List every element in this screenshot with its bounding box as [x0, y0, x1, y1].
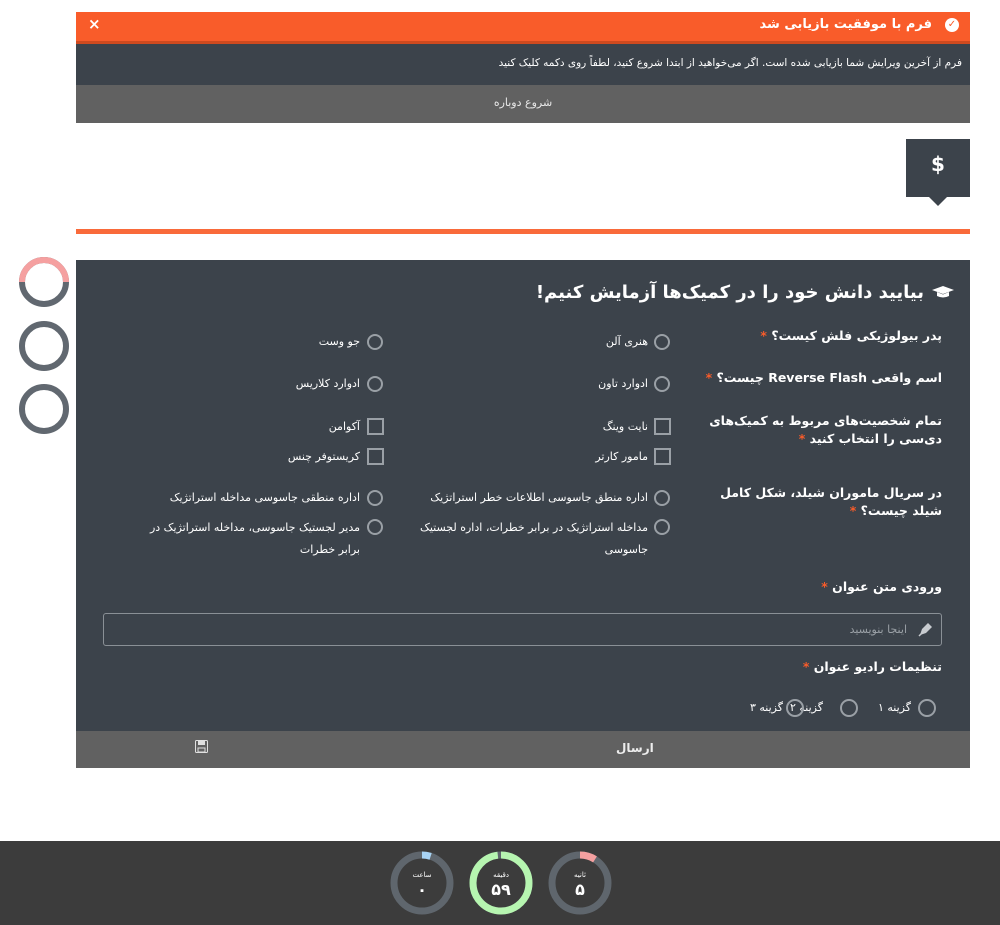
q2-opt1-label: ادوارد تاون	[598, 377, 648, 390]
pen-icon	[918, 623, 932, 637]
check-circle-icon: ✓	[945, 18, 959, 32]
save-icon[interactable]	[195, 740, 208, 753]
question-3-label: تمام شخصیت‌های مربوط به کمیک‌های دی‌سی ر…	[709, 413, 942, 446]
footer-timers: ساعت ۰ دقیقه ۵۹ ثانیه ۵	[0, 841, 1000, 925]
q4-opt2-label: اداره منطقی جاسوسی مداخله استراتژیک	[169, 491, 360, 504]
close-icon[interactable]: ×	[88, 15, 101, 33]
q3-opt2-label: آکوامن	[328, 420, 360, 433]
checkbox-q3-opt3[interactable]	[654, 448, 671, 465]
radio-q2-opt2[interactable]	[367, 376, 383, 392]
notice-message-box: فرم از آخرین ویرایش شما بازیابی شده است.…	[76, 44, 970, 85]
form-title: بیایید دانش خود را در کمیک‌ها آزمایش کنی…	[535, 282, 924, 303]
side-timer-3: ۱۰	[18, 383, 101, 435]
dollar-tab-pointer	[928, 196, 948, 206]
radio-q2-opt1[interactable]	[654, 376, 670, 392]
dollar-tab[interactable]: $	[906, 139, 970, 197]
quiz-form: بیایید دانش خود را در کمیک‌ها آزمایش کنی…	[76, 260, 970, 731]
radio-q1-opt1[interactable]	[654, 334, 670, 350]
timer-seconds-label: ثانیه	[574, 871, 586, 879]
side-timer-1: ۳۰	[18, 256, 101, 308]
graduation-cap-icon	[932, 286, 954, 298]
checkbox-q3-opt4[interactable]	[367, 448, 384, 465]
radio-setting-opt3[interactable]	[786, 699, 804, 717]
q4-opt3-label: مداخله استراتژیک در برابر خطرات، اداره ل…	[419, 521, 648, 556]
radio-setting-opt1[interactable]	[918, 699, 936, 717]
q2-opt2-label: ادوارد کلاریس	[295, 377, 360, 390]
timer-seconds-value: ۵	[575, 880, 585, 899]
submit-button[interactable]: ارسال	[616, 741, 654, 755]
q1-opt1-label: هنری آلن	[605, 335, 648, 348]
checkbox-q3-opt1[interactable]	[654, 418, 671, 435]
timer-minutes: دقیقه ۵۹	[469, 851, 533, 915]
radio-setting-opt3-label: گزینه ۳	[749, 701, 783, 714]
radio-setting-opt2[interactable]	[840, 699, 858, 717]
q3-opt4-label: کریستوفر چنس	[287, 450, 360, 463]
timer-minutes-value: ۵۹	[491, 880, 511, 899]
radio-q4-opt4[interactable]	[367, 519, 383, 535]
notice-title: فرم با موفقیت بازیابی شد	[759, 17, 932, 32]
radio-q1-opt2[interactable]	[367, 334, 383, 350]
notice-message: فرم از آخرین ویرایش شما بازیابی شده است.…	[498, 57, 962, 69]
q1-opt2-label: جو وست	[318, 335, 360, 348]
timer-hours-value: ۰	[417, 880, 427, 899]
text-input-label: ورودی متن عنوان *	[821, 579, 942, 594]
q3-opt3-label: مامور کارتر	[595, 450, 648, 463]
notice-header: ✓ فرم با موفقیت بازیابی شد ×	[76, 12, 970, 44]
submit-bar: ارسال	[76, 731, 970, 768]
radio-q4-opt1[interactable]	[654, 490, 670, 506]
q4-opt1-label: اداره منطق جاسوسی اطلاعات خطر استراتژیک	[430, 491, 648, 504]
timer-seconds: ثانیه ۵	[548, 851, 612, 915]
question-4-label: در سریال ماموران شیلد، شکل کامل شیلد چیس…	[720, 485, 942, 518]
question-2-label: اسم واقعی Reverse Flash چیست؟ *	[705, 370, 942, 385]
timer-hours-label: ساعت	[412, 871, 432, 879]
restart-button-label: شروع دوباره	[493, 96, 553, 109]
timer-hours: ساعت ۰	[390, 851, 454, 915]
radio-q4-opt2[interactable]	[367, 490, 383, 506]
radio-setting-opt1-label: گزینه ۱	[877, 701, 911, 714]
title-text-input[interactable]	[103, 613, 942, 646]
timer-minutes-label: دقیقه	[493, 871, 509, 879]
checkbox-q3-opt2[interactable]	[367, 418, 384, 435]
radio-settings-label: تنظیمات رادیو عنوان *	[802, 659, 942, 674]
q4-opt4-label: مدیر لجستیک جاسوسی، مداخله استراتژیک در …	[149, 521, 360, 556]
q3-opt1-label: نایت وینگ	[602, 420, 648, 433]
restart-button[interactable]: شروع دوباره	[76, 85, 970, 123]
side-timer-2: ۱۰	[18, 320, 101, 372]
radio-q4-opt3[interactable]	[654, 519, 670, 535]
dollar-icon: $	[931, 152, 945, 176]
question-1-label: پدر بیولوژیکی فلش کیست؟ *	[760, 328, 942, 343]
divider-line	[76, 229, 970, 234]
